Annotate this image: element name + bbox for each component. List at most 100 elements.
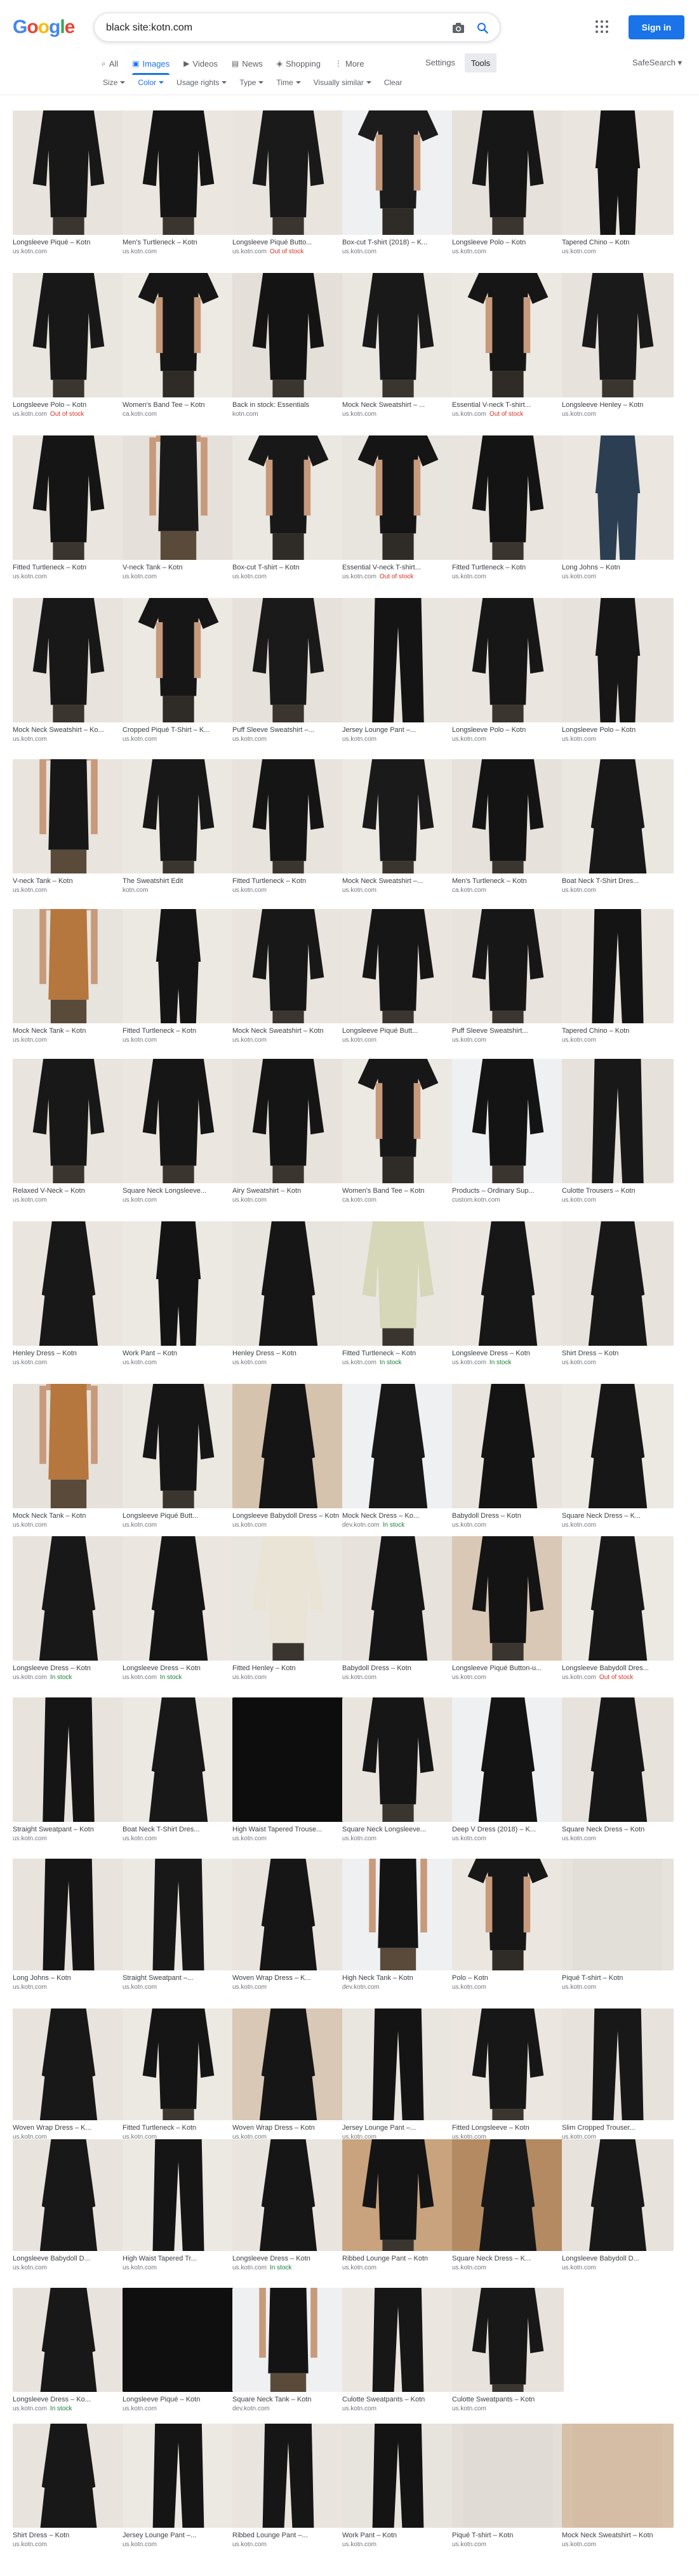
result-source[interactable]: us.kotn.com In stock [123, 1674, 234, 1681]
result-title[interactable]: Square Neck Dress – Kotn [562, 1826, 674, 1833]
result-source[interactable]: us.kotn.com [232, 2541, 344, 2548]
result-title[interactable]: Fitted Turtleneck – Kotn [123, 2124, 234, 2132]
image-result[interactable]: Slim Cropped Trouser... us.kotn.com [562, 2008, 674, 2144]
result-title[interactable]: Square Neck Dress – K... [452, 2255, 564, 2262]
result-title[interactable]: Longsleeve Dress – Kotn [452, 1350, 564, 1357]
product-thumbnail[interactable] [13, 1859, 124, 1970]
image-result[interactable]: Straight Sweatpant – Kotn us.kotn.com [13, 1697, 124, 1846]
product-thumbnail[interactable] [452, 2288, 564, 2392]
image-result[interactable]: Longsleeve Babydoll Dress – Kotn us.kotn.… [232, 1384, 344, 1532]
result-source[interactable]: us.kotn.com [232, 1674, 344, 1681]
result-source[interactable]: us.kotn.com [342, 1835, 454, 1842]
product-thumbnail[interactable] [123, 598, 234, 722]
result-source[interactable]: us.kotn.com [342, 2541, 454, 2548]
product-thumbnail[interactable] [452, 273, 564, 397]
result-source[interactable]: us.kotn.com [123, 2405, 234, 2412]
result-title[interactable]: Fitted Turtleneck – Kotn [342, 1350, 454, 1357]
image-result[interactable]: Deep V Dress (2018) – K... us.kotn.com [452, 1697, 564, 1846]
product-thumbnail[interactable] [232, 759, 344, 873]
result-source[interactable]: us.kotn.com [13, 248, 124, 255]
image-result[interactable]: Essential V-neck T-shirt... us.kotn.com Ou… [452, 273, 564, 422]
product-thumbnail[interactable] [342, 2424, 454, 2528]
image-result[interactable]: Long Johns – Kotn us.kotn.com [13, 1859, 124, 1995]
result-source[interactable]: us.kotn.com [13, 1197, 124, 1204]
result-title[interactable]: Mock Neck Sweatshirt – Kotn [562, 2532, 674, 2539]
product-thumbnail[interactable] [123, 2139, 234, 2251]
image-result[interactable]: Airy Sweatshirt – Kotn us.kotn.com [232, 1059, 344, 1207]
product-thumbnail[interactable] [13, 2139, 124, 2251]
result-title[interactable]: Babydoll Dress – Kotn [342, 1664, 454, 1672]
product-thumbnail[interactable] [562, 1859, 674, 1970]
product-thumbnail[interactable] [13, 435, 124, 560]
product-thumbnail[interactable] [562, 435, 674, 560]
product-thumbnail[interactable] [232, 435, 344, 560]
image-result[interactable]: High Neck Tank – Kotn dev.kotn.com [342, 1859, 454, 1995]
product-thumbnail[interactable] [562, 2008, 674, 2120]
product-thumbnail[interactable] [452, 2139, 564, 2251]
image-result[interactable]: Woven Wrap Dress – Kotn us.kotn.com [232, 2008, 344, 2144]
image-result[interactable]: Woven Wrap Dress – K... us.kotn.com [232, 1859, 344, 1995]
result-title[interactable]: Tapered Chino – Kotn [562, 239, 674, 246]
image-result[interactable]: Square Neck Longsleeve... us.kotn.com [123, 1059, 234, 1207]
product-thumbnail[interactable] [342, 435, 454, 560]
image-result[interactable]: Culotte Sweatpants – Kotn us.kotn.com [342, 2288, 454, 2416]
product-thumbnail[interactable] [452, 1536, 564, 1661]
product-thumbnail[interactable] [562, 1536, 674, 1661]
result-title[interactable]: Essential V-neck T-shirt... [452, 401, 564, 409]
image-result[interactable]: Work Pant – Kotn us.kotn.com [123, 1221, 234, 1370]
result-source[interactable]: us.kotn.com [123, 1037, 234, 1044]
image-result[interactable]: Fitted Longsleeve – Kotn us.kotn.com [452, 2008, 564, 2144]
image-result[interactable]: Fitted Turtleneck – Kotn us.kotn.com [123, 2008, 234, 2144]
result-source[interactable]: dev.kotn.com In stock [342, 1522, 454, 1529]
product-thumbnail[interactable] [342, 1059, 454, 1183]
image-result[interactable]: Jersey Lounge Pant –... us.kotn.com [342, 2008, 454, 2144]
result-source[interactable]: us.kotn.com [562, 1522, 674, 1529]
product-thumbnail[interactable] [452, 1859, 564, 1970]
result-source[interactable]: us.kotn.com [123, 1984, 234, 1991]
product-thumbnail[interactable] [13, 1697, 124, 1822]
result-title[interactable]: Products – Ordinary Sup... [452, 1187, 564, 1195]
result-source[interactable]: us.kotn.com [452, 1037, 564, 1044]
product-thumbnail[interactable] [452, 1384, 564, 1508]
result-source[interactable]: us.kotn.com [452, 2541, 564, 2548]
result-source[interactable]: us.kotn.com [232, 1359, 344, 1366]
image-result[interactable]: Mock Neck Sweatshirt – Kotn us.kotn.com [232, 909, 344, 1047]
result-title[interactable]: Square Neck Dress – K... [562, 1512, 674, 1520]
result-title[interactable]: Essential V-neck T-shirt... [342, 564, 454, 571]
result-source[interactable]: dev.kotn.com [342, 1984, 454, 1991]
result-source[interactable]: us.kotn.com [123, 248, 234, 255]
result-title[interactable]: Longsleeve Dress – Ko... [13, 2396, 124, 2403]
product-thumbnail[interactable] [232, 1384, 344, 1508]
image-result[interactable]: Mock Neck Sweatshirt – ... us.kotn.com [342, 273, 454, 422]
result-source[interactable]: us.kotn.com [342, 887, 454, 894]
image-result[interactable]: Longsleeve Dress – Kotn us.kotn.com In sto… [232, 2139, 344, 2275]
result-source[interactable]: us.kotn.com [123, 1835, 234, 1842]
result-source[interactable]: kotn.com [232, 411, 344, 418]
result-title[interactable]: Longsleeve Polo – Kotn [452, 726, 564, 734]
result-source[interactable]: us.kotn.com [342, 248, 454, 255]
product-thumbnail[interactable] [232, 2288, 344, 2392]
result-title[interactable]: Fitted Turtleneck – Kotn [13, 564, 124, 571]
result-title[interactable]: Straight Sweatpant –... [123, 1974, 234, 1982]
product-thumbnail[interactable] [13, 1059, 124, 1183]
product-thumbnail[interactable] [342, 909, 454, 1023]
result-source[interactable]: us.kotn.com [13, 1522, 124, 1529]
result-title[interactable]: Polo – Kotn [452, 1974, 564, 1982]
result-source[interactable]: us.kotn.com [232, 1984, 344, 1991]
result-title[interactable]: Longsleeve Babydoll D... [562, 2255, 674, 2262]
image-result[interactable]: Ribbed Lounge Pant – Kotn us.kotn.com [342, 2139, 454, 2275]
product-thumbnail[interactable] [342, 273, 454, 397]
result-title[interactable]: Piqué T-shirt – Kotn [562, 1974, 674, 1982]
product-thumbnail[interactable] [13, 2288, 124, 2392]
product-thumbnail[interactable] [562, 759, 674, 873]
product-thumbnail[interactable] [232, 110, 344, 235]
image-result[interactable]: Mock Neck Sweatshirt – Kotn us.kotn.com [562, 2424, 674, 2552]
result-title[interactable]: Jersey Lounge Pant –... [342, 726, 454, 734]
product-thumbnail[interactable] [562, 1697, 674, 1822]
result-source[interactable]: us.kotn.com [342, 2405, 454, 2412]
result-title[interactable]: Work Pant – Kotn [342, 2532, 454, 2539]
result-source[interactable]: us.kotn.com [123, 736, 234, 743]
result-source[interactable]: us.kotn.com [452, 1674, 564, 1681]
image-result[interactable]: Work Pant – Kotn us.kotn.com [342, 2424, 454, 2552]
result-source[interactable]: us.kotn.com [123, 1522, 234, 1529]
